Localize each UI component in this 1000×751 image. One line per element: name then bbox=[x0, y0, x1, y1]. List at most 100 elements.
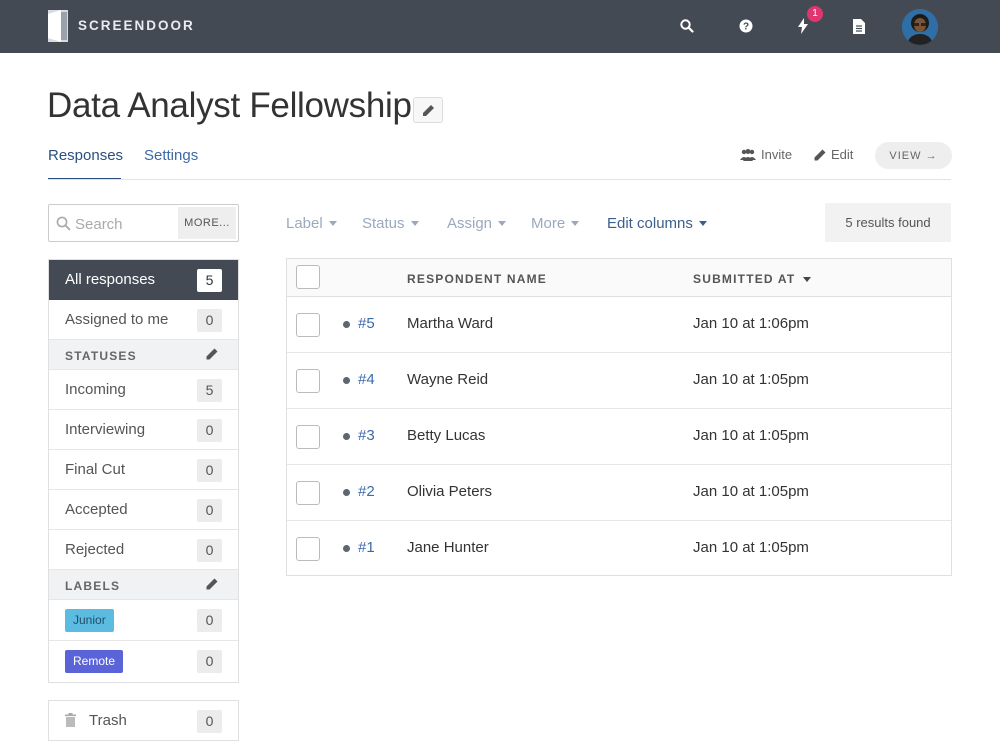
count-badge: 0 bbox=[197, 459, 222, 482]
label-chip-junior: Junior bbox=[65, 609, 114, 632]
respondent-name: Wayne Reid bbox=[407, 371, 489, 388]
sidebar-item-final-cut[interactable]: Final Cut 0 bbox=[49, 450, 238, 490]
chevron-down-icon bbox=[498, 221, 507, 226]
assign-filter-dropdown[interactable]: Assign bbox=[447, 215, 507, 232]
sidebar-item-label: Incoming bbox=[65, 381, 126, 398]
count-badge: 0 bbox=[197, 419, 222, 442]
pencil-icon bbox=[422, 104, 434, 116]
edit-button[interactable]: Edit bbox=[814, 147, 853, 162]
response-id-link[interactable]: #4 bbox=[358, 371, 375, 388]
table-row[interactable]: #3 Betty Lucas Jan 10 at 1:05pm bbox=[287, 409, 951, 465]
edit-statuses-pencil-icon[interactable] bbox=[206, 348, 218, 360]
count-badge: 5 bbox=[197, 269, 222, 292]
filter-label: Edit columns bbox=[607, 215, 693, 232]
sidebar-item-label-junior[interactable]: Junior 0 bbox=[49, 600, 238, 641]
chevron-down-icon bbox=[410, 221, 419, 226]
filter-label: Assign bbox=[447, 215, 493, 232]
chevron-down-icon bbox=[571, 221, 580, 226]
table-row[interactable]: #5 Martha Ward Jan 10 at 1:06pm bbox=[287, 297, 951, 353]
top-navbar: SCREENDOOR ? 1 bbox=[0, 0, 1000, 53]
tabs-divider bbox=[48, 179, 951, 180]
sidebar-item-label: All responses bbox=[65, 271, 156, 288]
search-input[interactable] bbox=[75, 213, 175, 235]
status-filter-dropdown[interactable]: Status bbox=[362, 215, 419, 232]
unread-dot-icon bbox=[343, 489, 350, 496]
count-badge: 0 bbox=[197, 710, 222, 733]
edit-label: Edit bbox=[831, 147, 854, 162]
count-badge: 0 bbox=[197, 609, 222, 632]
row-checkbox[interactable] bbox=[296, 369, 320, 393]
user-avatar[interactable] bbox=[902, 9, 938, 45]
table-header: RESPONDENT NAME SUBMITTED AT bbox=[287, 259, 951, 297]
response-id-link[interactable]: #2 bbox=[358, 483, 375, 500]
sidebar-item-label-remote[interactable]: Remote 0 bbox=[49, 641, 238, 682]
section-title: STATUSES bbox=[65, 349, 137, 363]
svg-text:?: ? bbox=[743, 22, 749, 33]
labels-section-header: LABELS bbox=[49, 570, 238, 600]
count-badge: 0 bbox=[197, 539, 222, 562]
sidebar-item-label: Interviewing bbox=[65, 421, 146, 438]
more-filters-button[interactable]: MORE... bbox=[178, 207, 236, 239]
table-row[interactable]: #1 Jane Hunter Jan 10 at 1:05pm bbox=[287, 521, 951, 577]
sidebar-item-trash[interactable]: Trash 0 bbox=[48, 700, 239, 741]
users-icon bbox=[740, 148, 756, 161]
sidebar-item-all-responses[interactable]: All responses 5 bbox=[49, 260, 238, 300]
label-chip-remote: Remote bbox=[65, 650, 124, 673]
column-header-submitted-at[interactable]: SUBMITTED AT bbox=[693, 272, 812, 286]
view-button[interactable]: VIEW → bbox=[875, 142, 952, 169]
row-checkbox[interactable] bbox=[296, 425, 320, 449]
section-title: LABELS bbox=[65, 579, 121, 593]
search-icon[interactable] bbox=[676, 15, 698, 37]
label-filter-dropdown[interactable]: Label bbox=[286, 215, 337, 232]
count-badge: 5 bbox=[197, 379, 222, 402]
screendoor-logo-icon[interactable] bbox=[48, 10, 68, 42]
chevron-down-icon bbox=[328, 221, 337, 226]
sidebar-item-interviewing[interactable]: Interviewing 0 bbox=[49, 410, 238, 450]
sidebar-item-assigned-to-me[interactable]: Assigned to me 0 bbox=[49, 300, 238, 340]
row-checkbox[interactable] bbox=[296, 481, 320, 505]
results-count: 5 results found bbox=[825, 203, 951, 242]
response-id-link[interactable]: #3 bbox=[358, 427, 375, 444]
sidebar-item-rejected[interactable]: Rejected 0 bbox=[49, 530, 238, 570]
count-badge: 0 bbox=[197, 650, 222, 673]
page-title: Data Analyst Fellowship bbox=[47, 86, 412, 125]
column-header-label: RESPONDENT NAME bbox=[407, 272, 548, 286]
unread-dot-icon bbox=[343, 377, 350, 384]
sidebar-item-label: Rejected bbox=[65, 541, 125, 558]
table-row[interactable]: #2 Olivia Peters Jan 10 at 1:05pm bbox=[287, 465, 951, 521]
document-icon[interactable] bbox=[848, 15, 870, 37]
column-header-respondent-name[interactable]: RESPONDENT NAME bbox=[407, 272, 547, 286]
respondent-name: Martha Ward bbox=[407, 315, 494, 332]
table-row[interactable]: #4 Wayne Reid Jan 10 at 1:05pm bbox=[287, 353, 951, 409]
sidebar-item-label: Accepted bbox=[65, 501, 128, 518]
sort-desc-icon bbox=[803, 276, 812, 282]
response-id-link[interactable]: #5 bbox=[358, 315, 375, 332]
unread-dot-icon bbox=[343, 321, 350, 328]
invite-button[interactable]: Invite bbox=[740, 147, 792, 162]
tab-settings[interactable]: Settings bbox=[144, 147, 198, 164]
sidebar-item-incoming[interactable]: Incoming 5 bbox=[49, 370, 238, 410]
response-id-link[interactable]: #1 bbox=[358, 539, 375, 556]
row-checkbox[interactable] bbox=[296, 537, 320, 561]
respondent-name: Jane Hunter bbox=[407, 539, 489, 556]
edit-title-button[interactable] bbox=[413, 97, 443, 123]
submitted-at: Jan 10 at 1:05pm bbox=[693, 371, 809, 388]
invite-label: Invite bbox=[761, 147, 793, 162]
sidebar-item-label: Assigned to me bbox=[65, 311, 169, 328]
column-header-label: SUBMITTED AT bbox=[693, 272, 796, 286]
app-name[interactable]: SCREENDOOR bbox=[78, 18, 195, 33]
help-icon[interactable]: ? bbox=[735, 15, 757, 37]
tab-responses[interactable]: Responses bbox=[48, 147, 123, 164]
submitted-at: Jan 10 at 1:05pm bbox=[693, 427, 809, 444]
count-badge: 0 bbox=[197, 499, 222, 522]
notification-badge: 1 bbox=[807, 6, 823, 22]
row-checkbox[interactable] bbox=[296, 313, 320, 337]
search-icon bbox=[56, 216, 71, 231]
edit-labels-pencil-icon[interactable] bbox=[206, 578, 218, 590]
select-all-checkbox[interactable] bbox=[296, 265, 320, 289]
sidebar-item-label: Final Cut bbox=[65, 461, 126, 478]
search-box: MORE... bbox=[48, 204, 239, 242]
edit-columns-dropdown[interactable]: Edit columns bbox=[607, 215, 707, 232]
more-filter-dropdown[interactable]: More bbox=[531, 215, 580, 232]
sidebar-item-accepted[interactable]: Accepted 0 bbox=[49, 490, 238, 530]
